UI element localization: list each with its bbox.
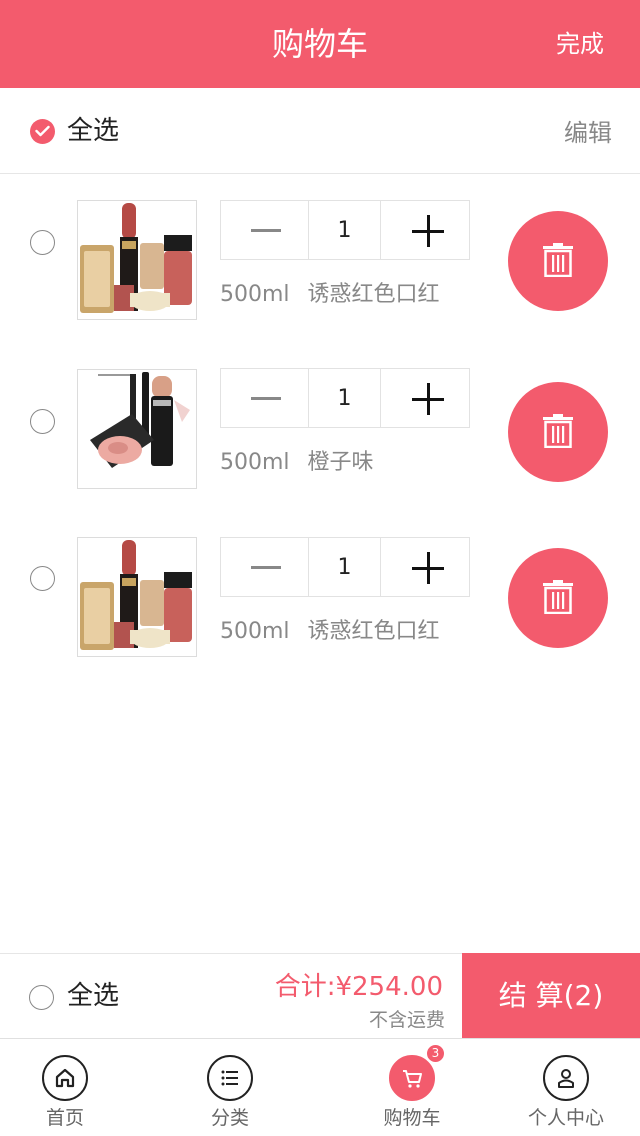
tab-label: 购物车 <box>383 1107 441 1129</box>
checkout-button[interactable]: 结 算(2) <box>462 953 640 1039</box>
item-name: 诱惑红色口红 <box>307 619 440 644</box>
checkout-bar: 全选 合计:¥254.00 不含运费 结 算(2) <box>0 953 640 1039</box>
trash-icon <box>543 243 573 277</box>
tab-category[interactable]: 分类 <box>150 1039 310 1136</box>
cart-item: 1 500ml 橙子味 <box>0 368 640 518</box>
tab-label: 分类 <box>210 1107 249 1129</box>
increase-button[interactable] <box>381 201 469 259</box>
select-all-checkbox[interactable] <box>30 119 55 144</box>
increase-button[interactable] <box>381 538 469 596</box>
delete-button[interactable] <box>508 211 608 311</box>
item-checkbox[interactable] <box>30 566 55 591</box>
quantity-value[interactable]: 1 <box>309 201 381 259</box>
cart-item: 1 500ml 诱惑红色口红 <box>0 200 640 350</box>
select-all-label: 全选 <box>67 116 120 146</box>
page-title: 购物车 <box>271 25 368 63</box>
done-button[interactable]: 完成 <box>556 0 604 88</box>
item-meta: 500ml 诱惑红色口红 <box>220 613 440 644</box>
bottom-select-all-checkbox[interactable] <box>29 985 54 1010</box>
makeup-set-image <box>78 538 196 656</box>
shipping-note: 不含运费 <box>368 1009 445 1031</box>
product-image[interactable] <box>77 200 197 320</box>
makeup-set-image <box>78 201 196 319</box>
minus-icon <box>251 229 281 232</box>
quantity-value[interactable]: 1 <box>309 369 381 427</box>
trash-icon <box>543 580 573 614</box>
quantity-stepper: 1 <box>220 537 470 597</box>
item-meta: 500ml 诱惑红色口红 <box>220 276 440 307</box>
trash-icon <box>543 414 573 448</box>
quantity-stepper: 1 <box>220 368 470 428</box>
minus-icon <box>251 397 281 400</box>
tab-label: 个人中心 <box>527 1107 604 1129</box>
delete-button[interactable] <box>508 382 608 482</box>
item-meta: 500ml 橙子味 <box>220 444 374 475</box>
cart-icon <box>389 1055 435 1101</box>
bottom-select-all-label: 全选 <box>67 981 120 1011</box>
product-image[interactable] <box>77 369 197 489</box>
tab-cart[interactable]: 3 购物车 <box>332 1039 492 1136</box>
item-volume: 500ml <box>220 282 290 307</box>
list-icon <box>207 1055 253 1101</box>
delete-button[interactable] <box>508 548 608 648</box>
tab-bar: 首页 分类 3 购物车 个人中心 <box>0 1038 640 1136</box>
quantity-stepper: 1 <box>220 200 470 260</box>
quantity-value[interactable]: 1 <box>309 538 381 596</box>
product-image[interactable] <box>77 537 197 657</box>
home-icon <box>42 1055 88 1101</box>
minus-icon <box>251 566 281 569</box>
makeup-blush-image <box>78 370 196 488</box>
decrease-button[interactable] <box>221 201 309 259</box>
decrease-button[interactable] <box>221 538 309 596</box>
edit-button[interactable]: 编辑 <box>564 88 612 178</box>
select-all-row: 全选 编辑 <box>0 88 640 174</box>
item-checkbox[interactable] <box>30 409 55 434</box>
item-name: 橙子味 <box>307 450 374 475</box>
person-icon <box>543 1055 589 1101</box>
checkmark-icon <box>35 125 50 137</box>
total-value: ¥254.00 <box>335 972 443 1002</box>
item-volume: 500ml <box>220 450 290 475</box>
cart-badge: 3 <box>425 1043 446 1064</box>
total-amount: 合计:¥254.00 <box>275 966 443 1003</box>
tab-profile[interactable]: 个人中心 <box>486 1039 640 1136</box>
header-bar: 购物车 完成 <box>0 0 640 88</box>
cart-item: 1 500ml 诱惑红色口红 <box>0 537 640 687</box>
decrease-button[interactable] <box>221 369 309 427</box>
item-name: 诱惑红色口红 <box>307 282 440 307</box>
item-checkbox[interactable] <box>30 230 55 255</box>
increase-button[interactable] <box>381 369 469 427</box>
tab-home[interactable]: 首页 <box>0 1039 145 1136</box>
total-label: 合计: <box>274 972 336 1002</box>
tab-label: 首页 <box>45 1107 84 1129</box>
item-volume: 500ml <box>220 619 290 644</box>
